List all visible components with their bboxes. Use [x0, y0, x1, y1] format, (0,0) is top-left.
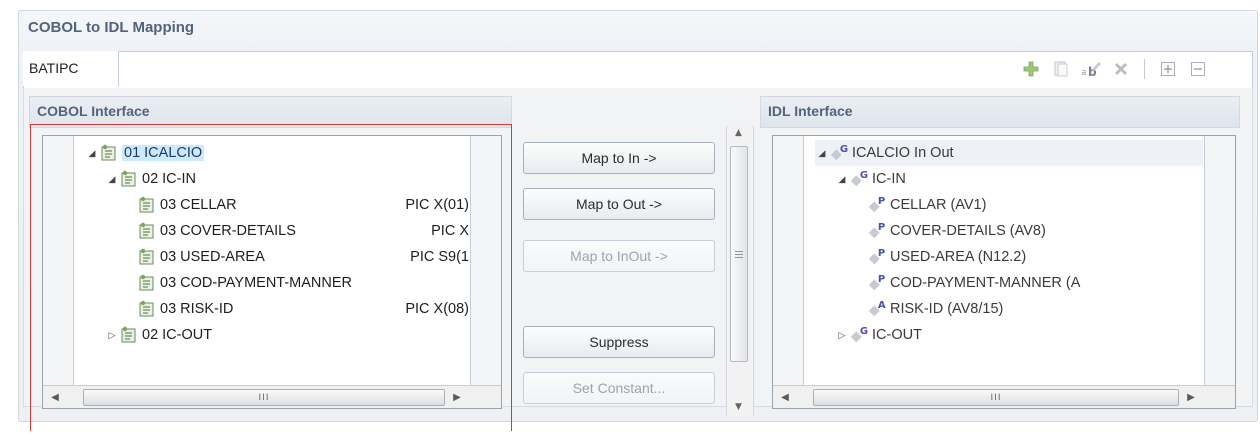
- scroll-grip: III: [990, 392, 1002, 403]
- expanded-arrow-icon[interactable]: ◢: [835, 174, 849, 185]
- idl-row-icalcio[interactable]: ◢ G ICALCIO In Out: [815, 140, 1203, 166]
- idl-group-icon: G: [849, 170, 869, 188]
- map-to-inout-button[interactable]: Map to InOut ->: [523, 240, 715, 272]
- idl-row-cover-details[interactable]: P COVER-DETAILS (AV8): [867, 218, 1203, 244]
- tree-row-label: IC-IN: [872, 171, 906, 187]
- set-constant-button[interactable]: Set Constant...: [523, 372, 715, 404]
- badge-letter: G: [840, 144, 848, 155]
- idl-parameter-icon: P: [867, 196, 887, 214]
- scroll-right-icon[interactable]: ▶: [1181, 386, 1201, 408]
- idl-interface-title: IDL Interface: [768, 103, 853, 119]
- vertical-scroll-thumb[interactable]: [730, 146, 748, 362]
- idl-row-used-area[interactable]: P USED-AREA (N12.2): [867, 244, 1203, 270]
- map-to-out-button[interactable]: Map to Out ->: [523, 188, 715, 220]
- idl-parameter-icon: P: [867, 248, 887, 266]
- tree-gutter-right: [1204, 136, 1235, 408]
- idl-parameter-icon: P: [867, 222, 887, 240]
- tree-row-label: ICALCIO In Out: [852, 145, 954, 161]
- tab-batipc[interactable]: BATIPC: [23, 51, 119, 86]
- idl-tree[interactable]: ◢ G ICALCIO In Out ◢ G IC-IN P CELLAR (A…: [772, 135, 1236, 409]
- scroll-thumb[interactable]: III: [813, 389, 1179, 406]
- badge-letter: G: [860, 326, 868, 337]
- scroll-up-icon[interactable]: ▲: [735, 128, 742, 138]
- rename-icon[interactable]: ab: [1078, 56, 1104, 82]
- tree-row-label: CELLAR (AV1): [890, 197, 987, 213]
- suppress-button[interactable]: Suppress: [523, 326, 715, 358]
- scroll-down-icon[interactable]: ▼: [735, 402, 742, 412]
- tree-row-label: RISK-ID (AV8/15): [890, 301, 1004, 317]
- copy-icon[interactable]: [1048, 56, 1074, 82]
- map-to-in-button[interactable]: Map to In ->: [523, 142, 715, 174]
- badge-letter: P: [878, 248, 885, 259]
- idl-row-ic-out[interactable]: ▷ G IC-OUT: [835, 322, 1203, 348]
- tree-row-label: COD-PAYMENT-MANNER (A: [890, 275, 1081, 291]
- tree-row-label: COVER-DETAILS (AV8): [890, 223, 1046, 239]
- horizontal-scrollbar[interactable]: ◀ III ▶: [773, 385, 1235, 408]
- tree-row-label: USED-AREA (N12.2): [890, 249, 1027, 265]
- idl-parameter-icon: P: [867, 274, 887, 292]
- badge-letter: A: [878, 300, 886, 311]
- collapse-all-icon[interactable]: [1185, 56, 1211, 82]
- tree-row-label: IC-OUT: [872, 327, 922, 343]
- scroll-left-icon[interactable]: ◀: [775, 386, 795, 408]
- svg-text:a: a: [1081, 68, 1087, 78]
- toolbar: ab: [1014, 56, 1211, 82]
- idl-group-icon: G: [829, 144, 849, 162]
- idl-row-cod-payment-manner[interactable]: P COD-PAYMENT-MANNER (A: [867, 270, 1203, 296]
- badge-letter: G: [860, 170, 868, 181]
- idl-row-cellar[interactable]: P CELLAR (AV1): [867, 192, 1203, 218]
- cobol-interface-title: COBOL Interface: [37, 103, 150, 119]
- badge-letter: P: [878, 274, 885, 285]
- idl-array-icon: A: [867, 300, 887, 318]
- tree-gutter-left: [773, 136, 804, 408]
- idl-row-risk-id[interactable]: A RISK-ID (AV8/15): [867, 296, 1203, 322]
- add-icon[interactable]: [1018, 56, 1044, 82]
- idl-interface-header: IDL Interface: [760, 96, 1240, 128]
- collapsed-arrow-icon[interactable]: ▷: [835, 330, 849, 341]
- expand-all-icon[interactable]: [1155, 56, 1181, 82]
- badge-letter: P: [878, 196, 885, 207]
- badge-letter: P: [878, 222, 885, 233]
- panel-title: COBOL to IDL Mapping: [28, 19, 195, 36]
- highlight-box: [30, 124, 512, 431]
- idl-row-ic-in[interactable]: ◢ G IC-IN: [835, 166, 1203, 192]
- delete-icon[interactable]: [1108, 56, 1134, 82]
- toolbar-separator: [1144, 59, 1145, 79]
- idl-group-icon: G: [849, 326, 869, 344]
- expanded-arrow-icon[interactable]: ◢: [815, 148, 829, 159]
